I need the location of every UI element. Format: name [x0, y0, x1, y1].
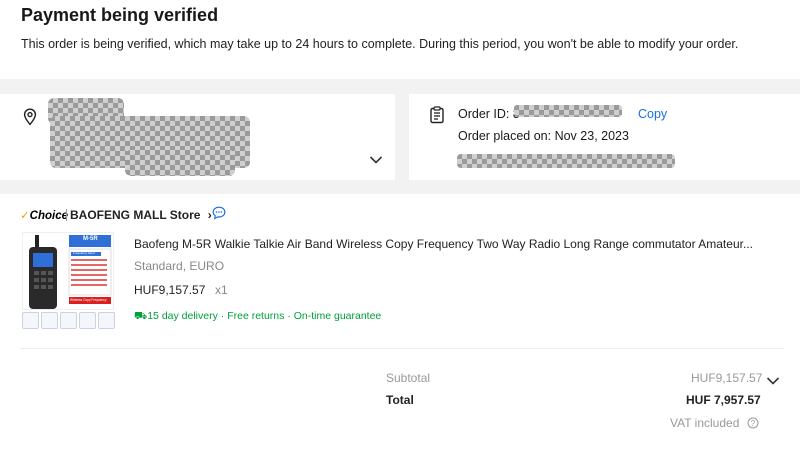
- chevron-down-icon[interactable]: [766, 373, 780, 391]
- accessory-thumb: [41, 312, 58, 329]
- chevron-down-icon[interactable]: [369, 152, 383, 170]
- order-placed-date: Order placed on: Nov 23, 2023: [458, 129, 629, 143]
- total-value: HUF 7,957.57: [686, 393, 761, 407]
- order-id-label: Order ID: 8: [458, 107, 520, 121]
- store-name-link[interactable]: BAOFENG MALL Store ›: [70, 208, 212, 222]
- guarantee-delivery: 15 day delivery: [147, 310, 218, 322]
- thumb-tag: Frequency band: [73, 251, 95, 255]
- choice-badge: ✓Choice: [20, 208, 68, 222]
- redacted-order-id: [514, 105, 622, 117]
- accessory-thumb: [79, 312, 96, 329]
- product-title-link[interactable]: Baofeng M-5R Walkie Talkie Air Band Wire…: [134, 237, 753, 251]
- subtotal-label: Subtotal: [386, 371, 431, 385]
- accessory-thumb: [98, 312, 115, 329]
- order-items-panel: ✓Choice BAOFENG MALL Store › M-5R Freque…: [0, 194, 800, 449]
- redacted-payment-info: [457, 154, 675, 168]
- status-panel: Payment being verified This order is bei…: [0, 0, 800, 79]
- product-price: HUF9,157.57: [134, 283, 206, 297]
- shipping-address-card[interactable]: [0, 94, 395, 180]
- svg-text:?: ?: [751, 419, 756, 428]
- product-variant: Standard, EURO: [134, 259, 225, 273]
- subtotal-value: HUF9,157.57: [691, 371, 763, 385]
- redacted-address: [125, 150, 235, 176]
- guarantee-on-time: On-time guarantee: [293, 310, 382, 322]
- thumb-model-label: M-5R: [83, 236, 98, 242]
- vat-label: VAT included: [670, 416, 740, 430]
- store-name: BAOFENG MALL Store: [70, 208, 201, 222]
- divider: [66, 209, 67, 221]
- accessory-thumb: [22, 312, 39, 329]
- accessory-thumb: [60, 312, 77, 329]
- guarantee-row: ⛟15 day delivery · Free returns · On-tim…: [134, 310, 382, 322]
- guarantee-returns: Free returns: [227, 310, 285, 322]
- product-thumbnail[interactable]: M-5R Frequency band Wireless Copy Freque…: [22, 232, 114, 310]
- thumbnail-accessories: [22, 312, 115, 329]
- total-label: Total: [386, 393, 414, 407]
- location-pin-icon: [22, 108, 38, 131]
- status-description: This order is being verified, which may …: [21, 37, 739, 51]
- check-icon: ✓: [20, 210, 30, 222]
- status-title: Payment being verified: [21, 5, 219, 25]
- copy-order-id-button[interactable]: Copy: [638, 107, 667, 121]
- help-circle-icon[interactable]: ?: [747, 416, 759, 434]
- delivery-truck-icon: ⛟: [134, 310, 148, 322]
- choice-label: Choice: [29, 210, 68, 222]
- clipboard-icon: [429, 106, 445, 129]
- thumb-tag: Wireless Copy Frequency: [70, 298, 107, 302]
- divider: [20, 348, 784, 349]
- order-info-card: Order ID: 8 Copy Order placed on: Nov 23…: [409, 94, 800, 180]
- chat-bubble-icon[interactable]: [212, 206, 226, 225]
- product-quantity: x1: [215, 283, 228, 297]
